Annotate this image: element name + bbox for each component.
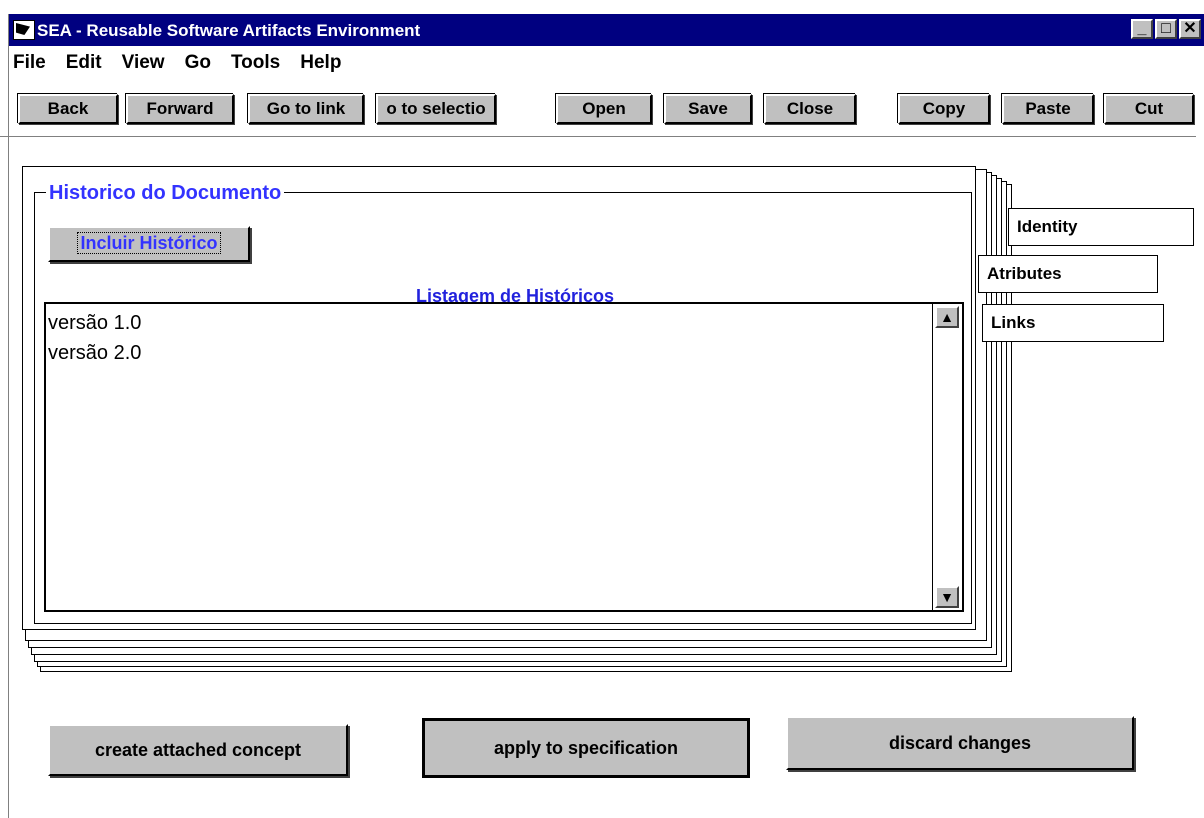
go-to-link-button[interactable]: Go to link xyxy=(248,94,364,124)
group-title: Historico do Documento xyxy=(46,182,285,205)
apply-to-specification-button[interactable]: apply to specification xyxy=(422,718,750,778)
menu-go[interactable]: Go xyxy=(175,48,221,78)
window-controls: _ □ ✕ xyxy=(1131,19,1201,39)
title-bar[interactable]: SEA - Reusable Software Artifacts Enviro… xyxy=(9,14,1204,46)
menu-help[interactable]: Help xyxy=(290,48,351,78)
vertical-scrollbar[interactable]: ▲ ▼ xyxy=(932,304,962,610)
app-icon[interactable] xyxy=(13,20,35,40)
open-button[interactable]: Open xyxy=(556,94,652,124)
list-item[interactable]: versão 2.0 xyxy=(48,338,141,368)
forward-button[interactable]: Forward xyxy=(126,94,234,124)
minimize-icon: _ xyxy=(1137,20,1147,37)
close-icon: ✕ xyxy=(1183,20,1197,37)
history-list[interactable]: versão 1.0 versão 2.0 ▲ ▼ xyxy=(44,302,964,612)
toolbar-divider xyxy=(0,136,1196,137)
cut-button[interactable]: Cut xyxy=(1104,94,1194,124)
menu-bar: File Edit View Go Tools Help xyxy=(9,48,1204,78)
add-history-label: Incluir Histórico xyxy=(77,232,221,254)
add-history-button[interactable]: Incluir Histórico xyxy=(48,226,250,262)
maximize-icon: □ xyxy=(1161,20,1171,37)
scroll-down-icon[interactable]: ▼ xyxy=(935,586,959,608)
menu-edit[interactable]: Edit xyxy=(56,48,112,78)
scroll-up-icon[interactable]: ▲ xyxy=(935,306,959,328)
back-button[interactable]: Back xyxy=(18,94,118,124)
menu-tools[interactable]: Tools xyxy=(221,48,290,78)
menu-view[interactable]: View xyxy=(112,48,175,78)
maximize-button[interactable]: □ xyxy=(1155,19,1177,39)
window-title: SEA - Reusable Software Artifacts Enviro… xyxy=(37,21,421,40)
menu-file[interactable]: File xyxy=(9,48,56,78)
tab-identity[interactable]: Identity xyxy=(1008,208,1194,246)
list-item[interactable]: versão 1.0 xyxy=(48,308,141,338)
create-attached-concept-button[interactable]: create attached concept xyxy=(48,724,348,776)
close-doc-button[interactable]: Close xyxy=(764,94,856,124)
copy-button[interactable]: Copy xyxy=(898,94,990,124)
discard-changes-button[interactable]: discard changes xyxy=(786,716,1134,770)
tab-links[interactable]: Links xyxy=(982,304,1164,342)
minimize-button[interactable]: _ xyxy=(1131,19,1153,39)
tab-atributes[interactable]: Atributes xyxy=(978,255,1158,293)
go-to-selection-button[interactable]: o to selectio xyxy=(376,94,496,124)
save-button[interactable]: Save xyxy=(664,94,752,124)
close-button[interactable]: ✕ xyxy=(1179,19,1201,39)
paste-button[interactable]: Paste xyxy=(1002,94,1094,124)
